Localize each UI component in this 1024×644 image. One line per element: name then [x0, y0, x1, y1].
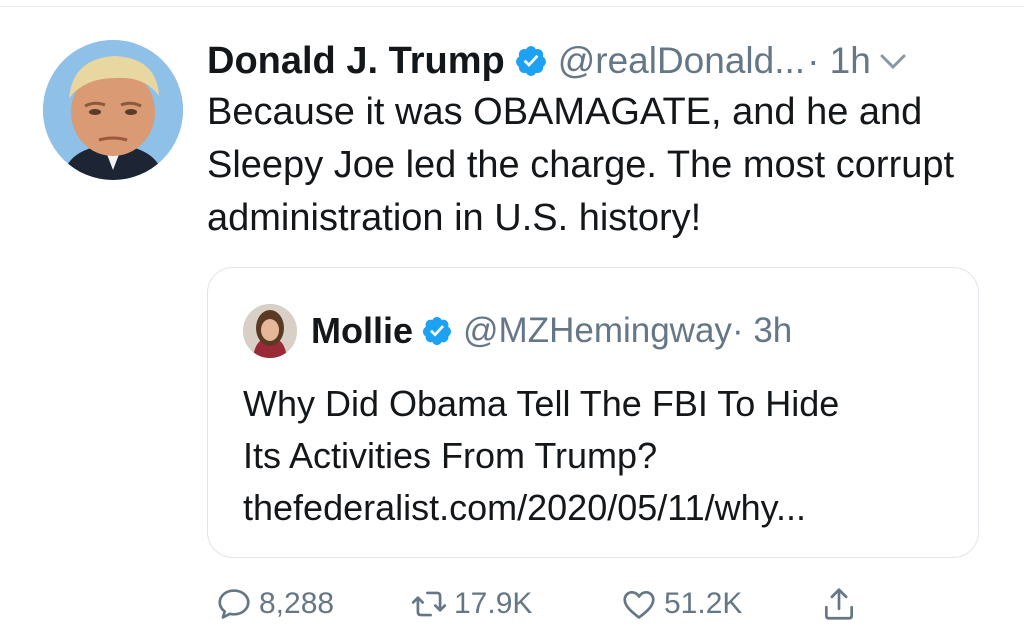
- share-button[interactable]: [820, 582, 858, 626]
- tweet-actions: 8,288 17.9K 51.2K: [0, 582, 1024, 626]
- quoted-author-avatar[interactable]: [243, 304, 297, 358]
- retweet-count: 17.9K: [454, 587, 533, 620]
- top-divider: [0, 6, 1024, 7]
- tweet-timestamp[interactable]: · 1h: [807, 40, 871, 82]
- chevron-down-icon: [880, 54, 906, 70]
- like-count: 51.2K: [664, 587, 743, 620]
- author-avatar[interactable]: [43, 40, 183, 180]
- verified-badge-icon: [421, 315, 453, 347]
- author-name[interactable]: Donald J. Trump: [207, 40, 505, 83]
- quoted-tweet-header: Mollie @MZHemingway · 3h: [243, 302, 792, 360]
- like-icon: [623, 590, 655, 619]
- quoted-author-handle: @MZHemingway: [463, 311, 732, 350]
- quoted-text-line: Why Did Obama Tell The FBI To Hide: [243, 383, 840, 424]
- reply-count: 8,288: [259, 587, 335, 620]
- quoted-tweet-timestamp: · 3h: [731, 311, 793, 350]
- retweet-icon: [411, 591, 447, 617]
- reply-button[interactable]: 8,288: [215, 582, 334, 626]
- quoted-link[interactable]: thefederalist.com/2020/05/11/why...: [243, 482, 963, 534]
- verified-badge-icon: [514, 44, 548, 78]
- quoted-tweet-text: Why Did Obama Tell The FBI To Hide Its A…: [243, 378, 963, 534]
- tweet-text: Because it was OBAMAGATE, and he and Sle…: [207, 91, 955, 239]
- tweet-header: Donald J. Trump @realDonald... · 1h: [207, 36, 997, 86]
- quoted-tweet-card[interactable]: Mollie @MZHemingway · 3h Why Did Obama T…: [207, 267, 979, 558]
- reply-icon: [218, 589, 250, 619]
- share-icon: [824, 588, 854, 620]
- author-handle[interactable]: @realDonald...: [558, 40, 805, 82]
- quoted-author-name: Mollie: [311, 310, 414, 351]
- more-button[interactable]: [871, 41, 915, 81]
- quoted-text-line: Its Activities From Trump?: [243, 435, 658, 476]
- retweet-button[interactable]: 17.9K: [410, 582, 532, 626]
- like-button[interactable]: 51.2K: [620, 582, 742, 626]
